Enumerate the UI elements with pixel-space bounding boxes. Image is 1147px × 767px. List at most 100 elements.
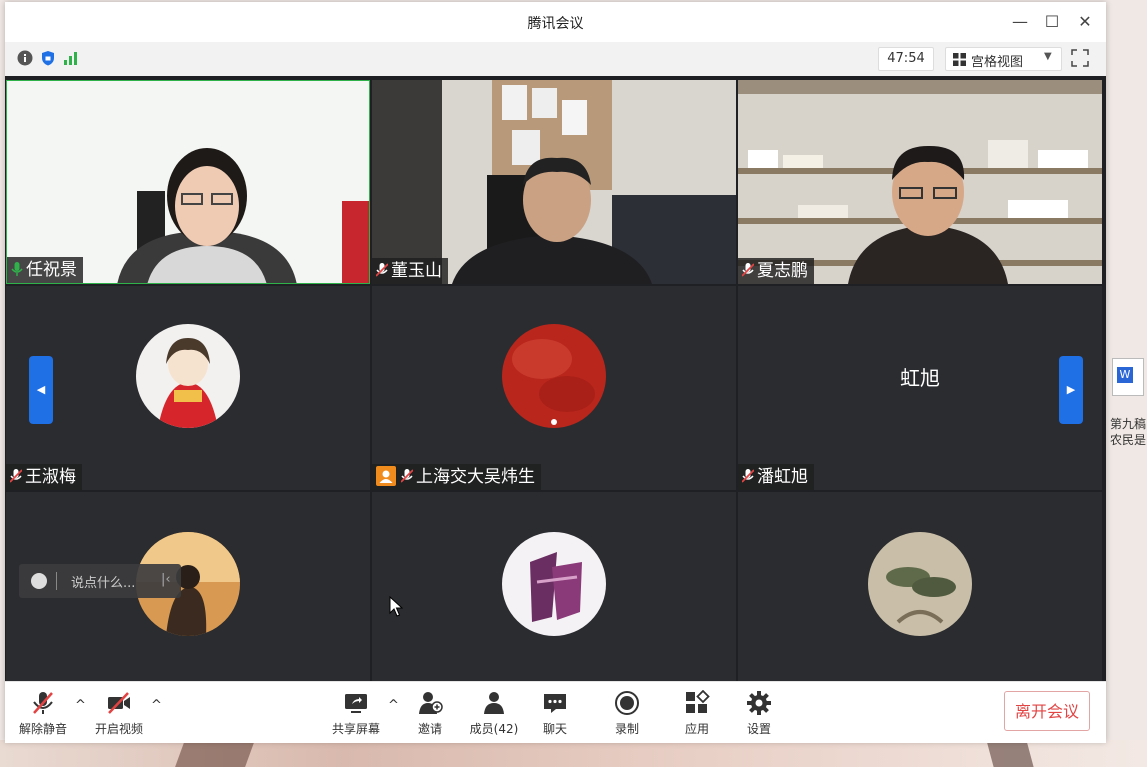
- emoji-icon[interactable]: [31, 573, 47, 589]
- share-screen-label: 共享屏幕: [331, 722, 380, 736]
- members-icon: [484, 692, 504, 714]
- title-bar[interactable]: 腾讯会议 — ☐ ✕: [5, 2, 1106, 42]
- participant-display-name: 虹旭: [900, 366, 940, 390]
- info-icon[interactable]: [17, 50, 33, 66]
- network-signal-icon[interactable]: [63, 50, 79, 66]
- wallpaper-shape: [175, 740, 255, 767]
- participant-name-tag: 上海交大吴炜生: [372, 464, 541, 490]
- bottom-toolbar: 解除静音 ^ 开启视频 ^ 共享屏幕 ^ 邀请 成员(42) 聊天 录制 应用 …: [5, 681, 1106, 743]
- avatar: [502, 324, 606, 428]
- mic-muted-icon: [401, 469, 413, 483]
- record-label: 录制: [614, 722, 639, 736]
- participant-tile[interactable]: [738, 492, 1102, 681]
- chat-label: 聊天: [542, 722, 567, 736]
- participant-tile[interactable]: [372, 492, 736, 681]
- mic-muted-icon: [742, 263, 754, 277]
- meeting-timer: 47:54: [878, 47, 934, 71]
- participant-name-tag: 夏志鹏: [738, 258, 814, 284]
- avatar: [136, 324, 240, 428]
- participant-tile[interactable]: 夏志鹏: [738, 80, 1102, 284]
- participant-name: 潘虹旭: [757, 467, 808, 487]
- unmute-button[interactable]: 解除静音: [15, 686, 71, 737]
- leave-meeting-button[interactable]: 离开会议: [1004, 691, 1090, 731]
- fullscreen-icon[interactable]: [1071, 49, 1089, 67]
- participant-name: 夏志鹏: [757, 261, 808, 281]
- participant-name-tag: 潘虹旭: [738, 464, 814, 490]
- close-button[interactable]: ✕: [1073, 10, 1097, 34]
- previous-page-button[interactable]: ◀: [29, 356, 53, 424]
- security-shield-icon[interactable]: [40, 50, 56, 66]
- members-label: 成员(42): [469, 722, 519, 736]
- participant-video: [372, 80, 736, 284]
- participant-tile[interactable]: 任祝景: [6, 80, 370, 284]
- participant-name: 任祝景: [26, 260, 77, 280]
- chat-button[interactable]: 聊天: [535, 686, 575, 737]
- camera-off-icon: [108, 692, 130, 714]
- gear-icon: [747, 691, 771, 715]
- mic-muted-icon: [33, 692, 53, 714]
- next-page-button[interactable]: ▶: [1059, 356, 1083, 424]
- apps-button[interactable]: 应用: [677, 686, 717, 737]
- wallpaper-shape: [986, 740, 1034, 767]
- participant-tile[interactable]: 董玉山: [372, 80, 736, 284]
- apps-grid-icon: [686, 690, 710, 713]
- start-video-button[interactable]: 开启视频: [91, 686, 147, 737]
- participant-name-tag: 任祝景: [7, 257, 83, 283]
- avatar: [868, 532, 972, 636]
- participant-name: 上海交大吴炜生: [416, 467, 535, 487]
- apps-label: 应用: [684, 722, 709, 736]
- participant-name-tag: 王淑梅: [6, 464, 82, 490]
- mic-on-icon: [11, 262, 23, 276]
- audio-options-caret[interactable]: ^: [75, 698, 86, 713]
- participant-tile[interactable]: 上海交大吴炜生: [372, 286, 736, 490]
- record-icon: [615, 691, 639, 715]
- participant-video: [7, 81, 369, 283]
- meeting-window: 腾讯会议 — ☐ ✕ 47:54 宫格视图 ▼ 任祝景 董玉山 夏志鹏 王淑梅 …: [5, 2, 1106, 743]
- minimize-button[interactable]: —: [1008, 10, 1032, 34]
- file-label-line2: 农民是: [1110, 433, 1147, 447]
- start-video-label: 开启视频: [94, 722, 143, 736]
- video-grid: 任祝景 董玉山 夏志鹏 王淑梅 上海交大吴炜生 虹旭 潘虹旭 ◀ ▶ 说点什么.…: [5, 76, 1106, 681]
- meeting-info-bar: 47:54 宫格视图 ▼: [5, 42, 1106, 77]
- grid-view-icon: [953, 53, 966, 66]
- participant-name-tag: 董玉山: [372, 258, 448, 284]
- participant-name: 王淑梅: [25, 467, 76, 487]
- chevron-down-icon: ▼: [1044, 51, 1052, 62]
- divider: [56, 572, 57, 590]
- maximize-button[interactable]: ☐: [1040, 10, 1064, 34]
- invite-label: 邀请: [417, 722, 442, 736]
- invite-user-icon: [419, 692, 443, 714]
- share-screen-button[interactable]: 共享屏幕: [328, 686, 384, 737]
- collapse-icon[interactable]: |‹: [161, 572, 171, 587]
- mic-muted-icon: [376, 263, 388, 277]
- settings-button[interactable]: 设置: [739, 686, 779, 737]
- file-label-line1: 第九稿: [1110, 417, 1147, 431]
- invite-button[interactable]: 邀请: [410, 686, 450, 737]
- host-badge-icon: [376, 466, 396, 486]
- chat-bubble-icon: [544, 694, 566, 713]
- settings-label: 设置: [746, 722, 771, 736]
- record-button[interactable]: 录制: [607, 686, 647, 737]
- share-options-caret[interactable]: ^: [388, 698, 399, 713]
- window-title: 腾讯会议: [527, 16, 584, 32]
- view-mode-label: 宫格视图: [971, 55, 1024, 70]
- avatar: [502, 532, 606, 636]
- participant-tile[interactable]: 王淑梅: [6, 286, 370, 490]
- unmute-label: 解除静音: [18, 722, 67, 736]
- word-doc-icon: W: [1112, 358, 1144, 396]
- participant-video: [738, 80, 1102, 284]
- members-button[interactable]: 成员(42): [466, 686, 522, 737]
- mic-muted-icon: [10, 469, 22, 483]
- mouse-cursor-icon: [389, 596, 403, 617]
- video-options-caret[interactable]: ^: [151, 698, 162, 713]
- desktop-file-label: 第九稿 农民是: [1110, 416, 1147, 448]
- participant-tile[interactable]: 虹旭 潘虹旭: [738, 286, 1102, 490]
- participant-name: 董玉山: [391, 261, 442, 281]
- mic-muted-icon: [742, 469, 754, 483]
- share-screen-icon: [345, 694, 367, 713]
- chat-placeholder: 说点什么...: [71, 576, 136, 591]
- chat-input-box[interactable]: 说点什么... |‹: [19, 564, 181, 598]
- view-mode-dropdown[interactable]: 宫格视图 ▼: [945, 47, 1062, 71]
- desktop-file-icon[interactable]: W 第九稿 农民是: [1110, 358, 1147, 453]
- background-wallpaper: [0, 740, 1147, 767]
